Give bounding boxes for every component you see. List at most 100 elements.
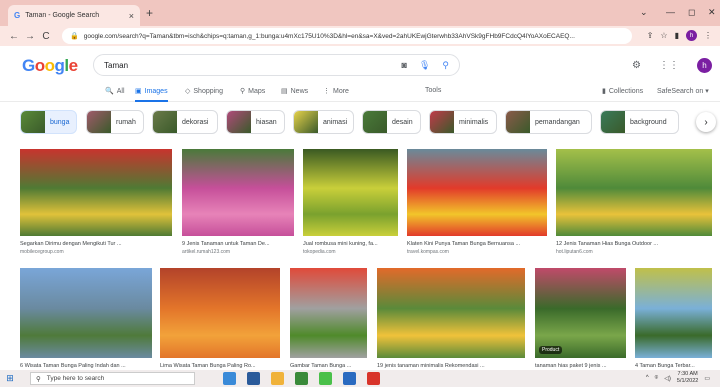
- image-result[interactable]: Product tanaman hias paket 9 jenis ...: [535, 268, 626, 380]
- image-result[interactable]: Lima Wisata Taman Bunga Paling Ro...: [160, 268, 280, 380]
- chip-rumah[interactable]: rumah: [86, 110, 144, 134]
- image-result[interactable]: Segarkan Dirimu dengan Mengikuti Tur ...…: [20, 149, 172, 258]
- safesearch-button[interactable]: SafeSearch on ▾: [657, 87, 709, 95]
- chip-desain[interactable]: desain: [362, 110, 421, 134]
- tray-chevron-icon[interactable]: ^: [646, 375, 649, 381]
- google-logo[interactable]: Google: [22, 56, 78, 76]
- tools-button[interactable]: Tools: [425, 87, 441, 94]
- result-caption[interactable]: 12 Jenis Tanaman Hias Bunga Outdoor ...: [556, 241, 712, 247]
- menu-icon[interactable]: ⋮: [704, 31, 712, 40]
- clock-date: 5/1/2022: [676, 378, 699, 384]
- result-thumbnail[interactable]: [556, 149, 712, 236]
- result-caption[interactable]: Jual rombusa mini kuning, fa...: [303, 241, 398, 247]
- result-caption[interactable]: 4 Taman Bunga Terbar...: [635, 363, 712, 369]
- result-thumbnail[interactable]: [20, 149, 172, 236]
- image-result[interactable]: 6 Wisata Taman Bunga Paling Indah dan ..…: [20, 268, 152, 380]
- chip-pemandangan[interactable]: pemandangan: [505, 110, 592, 134]
- taskbar-app-icon[interactable]: [271, 372, 284, 385]
- windows-start-icon[interactable]: ⊞: [0, 373, 20, 384]
- chip-thumbnail: [21, 111, 45, 133]
- taskbar-app-icon[interactable]: [319, 372, 332, 385]
- result-thumbnail[interactable]: [182, 149, 294, 236]
- windows-taskbar: ⊞ ⚲ Type here to search ^ ⌾ ◁) 7:30 AM 5…: [0, 370, 720, 387]
- result-thumbnail[interactable]: [160, 268, 280, 358]
- taskbar-app-icon[interactable]: [223, 372, 236, 385]
- close-window-button[interactable]: ✕: [708, 7, 716, 18]
- volume-icon[interactable]: ◁): [664, 375, 671, 382]
- taskbar-app-icon[interactable]: [295, 372, 308, 385]
- chip-bunga[interactable]: bunga: [20, 110, 77, 134]
- tab-search-icon[interactable]: ⌄: [640, 7, 648, 18]
- microphone-icon[interactable]: 🎙: [419, 60, 430, 71]
- taskbar-app-icon[interactable]: [247, 372, 260, 385]
- tab-maps[interactable]: ⚲ Maps: [240, 87, 265, 96]
- tab-shopping[interactable]: ◇ Shopping: [185, 87, 223, 96]
- back-icon[interactable]: ←: [6, 31, 22, 42]
- forward-icon[interactable]: →: [22, 31, 38, 42]
- url-input[interactable]: 🔒 google.com/search?q=Taman&tbm=isch&chi…: [62, 28, 632, 44]
- close-tab-icon[interactable]: ×: [129, 11, 134, 21]
- result-caption[interactable]: 19 jenis tanaman minimalis Rekomendasi .…: [377, 363, 525, 369]
- search-icon: 🔍: [105, 88, 114, 95]
- image-result[interactable]: 4 Taman Bunga Terbar...: [635, 268, 712, 380]
- image-result[interactable]: Klaten Kini Punya Taman Bunga Bernuansa …: [407, 149, 547, 258]
- chip-background[interactable]: background: [600, 110, 679, 134]
- chip-dekorasi[interactable]: dekorasi: [152, 110, 218, 134]
- clock[interactable]: 7:30 AM 5/1/2022: [677, 371, 698, 385]
- share-icon[interactable]: ⇪: [647, 31, 654, 40]
- result-caption[interactable]: 9 Jenis Tanaman untuk Taman De...: [182, 241, 294, 247]
- collections-button[interactable]: ▮ Collections: [602, 87, 643, 96]
- result-source[interactable]: artikel.rumah123.com: [182, 249, 230, 255]
- taskbar-search-input[interactable]: ⚲ Type here to search: [30, 372, 195, 385]
- chip-minimalis[interactable]: minimalis: [429, 110, 497, 134]
- result-caption[interactable]: Lima Wisata Taman Bunga Paling Ro...: [160, 363, 280, 369]
- result-thumbnail[interactable]: [377, 268, 525, 358]
- result-source[interactable]: tokopedia.com: [303, 249, 336, 255]
- result-thumbnail[interactable]: [407, 149, 547, 236]
- image-result[interactable]: 9 Jenis Tanaman untuk Taman De... artikel…: [182, 149, 294, 258]
- image-result[interactable]: Jual rombusa mini kuning, fa... tokopedia…: [303, 149, 398, 258]
- image-result[interactable]: Gambar Taman Bunga ...: [290, 268, 367, 380]
- settings-gear-icon[interactable]: ⚙: [632, 60, 641, 71]
- result-source[interactable]: hot.liputan6.com: [556, 249, 593, 255]
- profile-icon[interactable]: h: [686, 30, 697, 41]
- reload-icon[interactable]: C: [38, 31, 54, 42]
- result-caption[interactable]: 6 Wisata Taman Bunga Paling Indah dan ..…: [20, 363, 152, 369]
- star-icon[interactable]: ☆: [660, 31, 667, 40]
- maximize-button[interactable]: ◻: [688, 7, 695, 18]
- result-thumbnail[interactable]: [303, 149, 398, 236]
- minimize-button[interactable]: —: [666, 7, 675, 17]
- search-icon[interactable]: ⚲: [442, 60, 449, 71]
- result-source[interactable]: travel.kompas.com: [407, 249, 449, 255]
- image-result[interactable]: 12 Jenis Tanaman Hias Bunga Outdoor ... h…: [556, 149, 712, 258]
- result-caption[interactable]: tanaman hias paket 9 jenis ...: [535, 363, 626, 369]
- result-caption[interactable]: Segarkan Dirimu dengan Mengikuti Tur ...: [20, 241, 172, 247]
- new-tab-button[interactable]: +: [146, 6, 153, 20]
- chevron-right-icon[interactable]: ›: [696, 112, 716, 132]
- result-thumbnail[interactable]: [290, 268, 367, 358]
- camera-icon[interactable]: ◙: [402, 60, 407, 71]
- tab-all[interactable]: 🔍 All: [105, 87, 125, 96]
- image-result[interactable]: 19 jenis tanaman minimalis Rekomendasi .…: [377, 268, 525, 380]
- account-avatar[interactable]: h: [697, 58, 712, 73]
- result-thumbnail[interactable]: [635, 268, 712, 358]
- chip-animasi[interactable]: animasi: [293, 110, 354, 134]
- tab-news[interactable]: ▤ News: [281, 87, 308, 96]
- chip-hiasan[interactable]: hiasan: [226, 110, 285, 134]
- result-thumbnail[interactable]: Product: [535, 268, 626, 358]
- taskbar-app-icon[interactable]: [367, 372, 380, 385]
- extensions-icon[interactable]: ▮: [675, 31, 679, 40]
- image-icon: ▣: [135, 88, 142, 95]
- apps-grid-icon[interactable]: ⋮⋮: [659, 60, 679, 71]
- tab-images[interactable]: ▣ Images: [135, 87, 168, 102]
- result-thumbnail[interactable]: [20, 268, 152, 358]
- tab-more[interactable]: ⋮ More: [323, 87, 349, 96]
- result-caption[interactable]: Gambar Taman Bunga ...: [290, 363, 367, 369]
- notifications-icon[interactable]: ▭: [704, 375, 710, 382]
- network-icon[interactable]: ⌾: [655, 375, 659, 382]
- taskbar-app-icon[interactable]: [343, 372, 356, 385]
- result-caption[interactable]: Klaten Kini Punya Taman Bunga Bernuansa …: [407, 241, 547, 247]
- browser-tab[interactable]: G Taman - Google Search ×: [8, 5, 140, 26]
- result-source[interactable]: mobilecegroup.com: [20, 249, 64, 255]
- search-input[interactable]: Taman ◙ 🎙 ⚲: [93, 54, 460, 76]
